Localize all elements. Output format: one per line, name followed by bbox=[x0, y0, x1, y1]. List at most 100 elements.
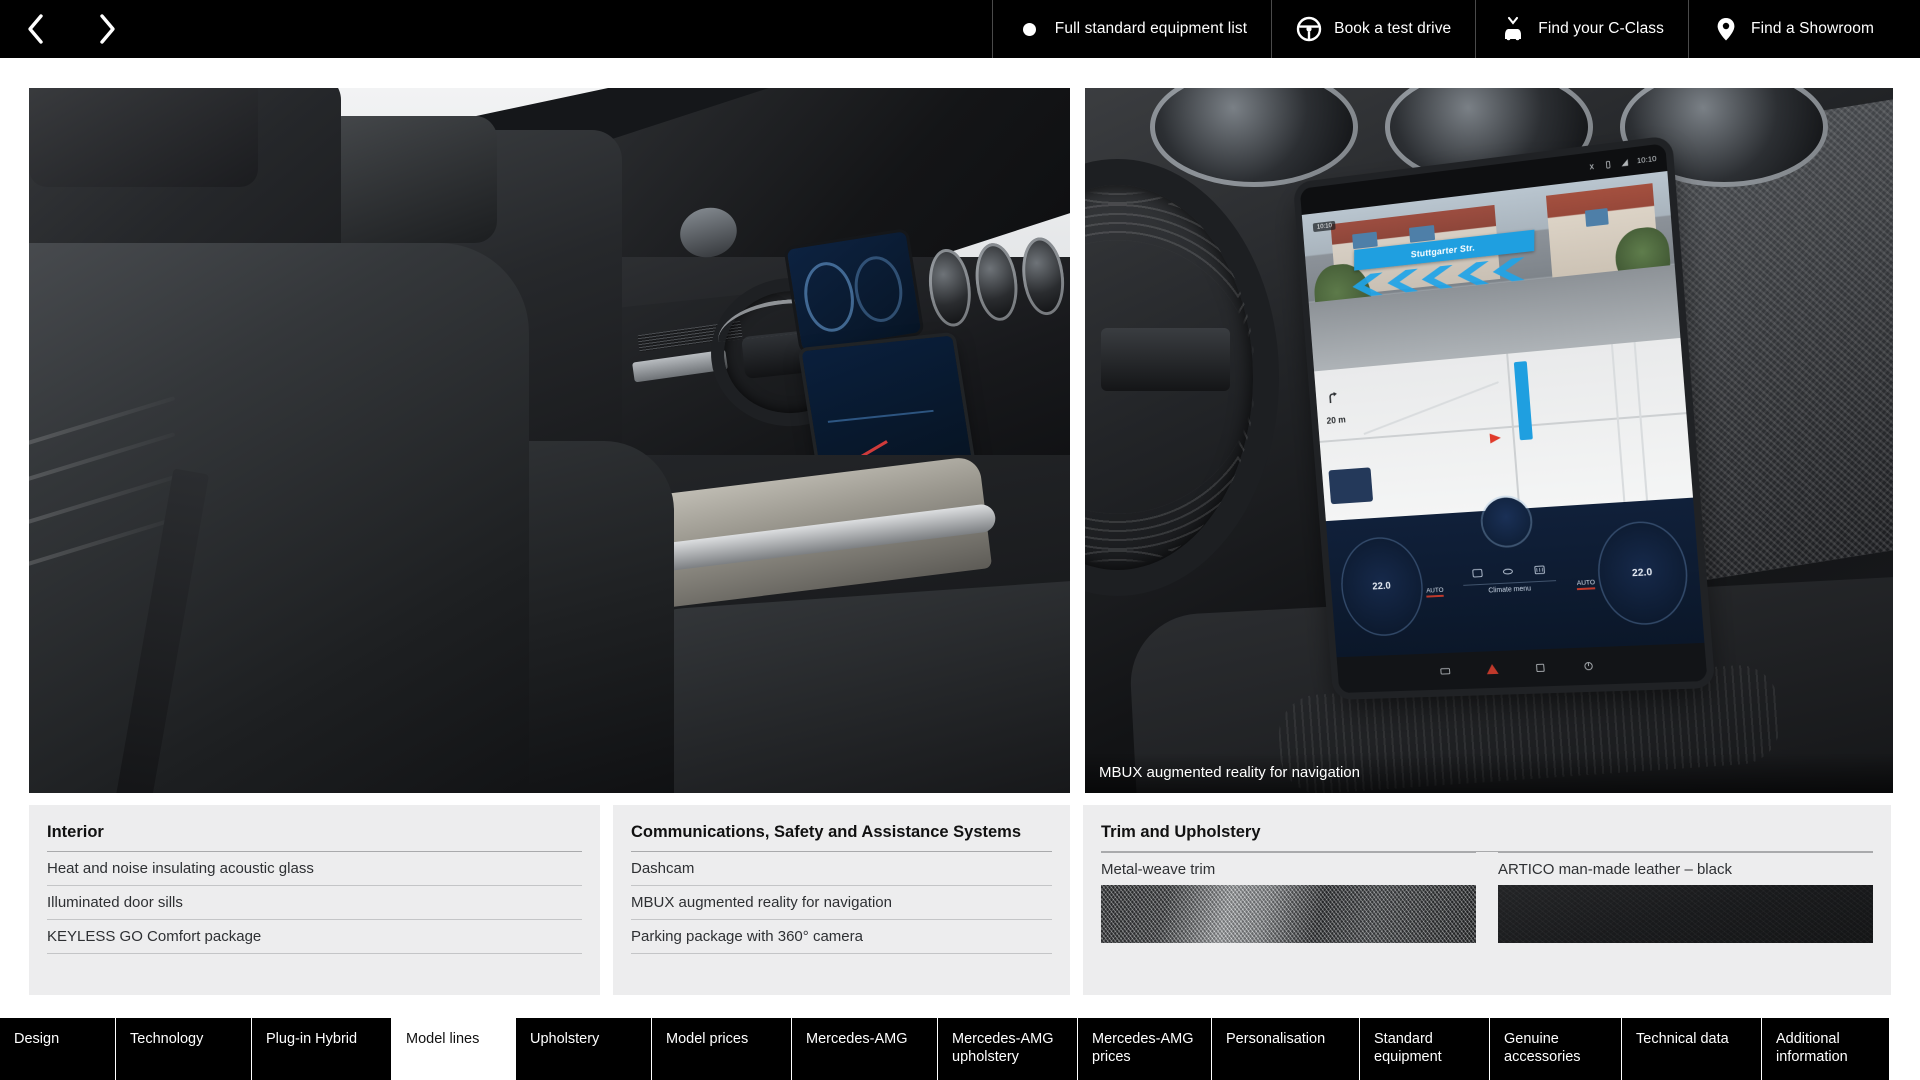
tab-label: Design bbox=[14, 1031, 60, 1047]
tab-label: Genuine accessories bbox=[1504, 1031, 1581, 1066]
auto-left-label[interactable]: AUTO bbox=[1426, 586, 1445, 597]
swatch-group: Metal-weave trim ARTICO man-made leather… bbox=[1101, 852, 1873, 943]
mbux-photo-right[interactable]: 10:10 10:10 Stuttgarter Str. 20 m 22.0 2… bbox=[1085, 88, 1893, 793]
air-vent-group bbox=[925, 235, 1070, 329]
climate-control-bar[interactable]: 22.0 22.0 AUTO Climate menu AUTO bbox=[1326, 495, 1705, 657]
chevron-right-icon bbox=[100, 14, 115, 44]
passenger-temperature-control[interactable]: 22.0 bbox=[1594, 518, 1692, 627]
climate-menu-row[interactable]: AUTO Climate menu AUTO bbox=[1426, 578, 1596, 597]
tab-mercedes-amg[interactable]: Mercedes-AMG bbox=[792, 1018, 938, 1080]
distance-to-turn: 20 m bbox=[1326, 413, 1347, 426]
rear-defrost-icon[interactable] bbox=[1534, 564, 1546, 575]
tab-label: Mercedes-AMG upholstery bbox=[952, 1031, 1054, 1066]
find-a-showroom-label: Find a Showroom bbox=[1751, 20, 1874, 37]
tab-design[interactable]: Design bbox=[0, 1018, 116, 1080]
tab-additional-information[interactable]: Additional information bbox=[1762, 1018, 1890, 1080]
steering-wheel-spoke bbox=[1101, 327, 1231, 392]
tab-genuine-accessories[interactable]: Genuine accessories bbox=[1490, 1018, 1622, 1080]
tab-model-lines[interactable]: Model lines bbox=[392, 1018, 516, 1080]
air-vent bbox=[971, 240, 1023, 323]
previous-page-button[interactable] bbox=[18, 9, 52, 49]
panel-communications-safety-assistance: Communications, Safety and Assistance Sy… bbox=[613, 805, 1070, 995]
driver-temperature-value: 22.0 bbox=[1372, 580, 1392, 593]
image-caption: MBUX augmented reality for navigation bbox=[1085, 754, 1893, 793]
swatch-artico-black-leather[interactable]: ARTICO man-made leather – black bbox=[1498, 852, 1873, 943]
swatch-metal-weave-trim[interactable]: Metal-weave trim bbox=[1101, 852, 1476, 943]
tab-label: Additional information bbox=[1776, 1031, 1848, 1066]
front-passenger-seat-cushion bbox=[604, 578, 1070, 793]
top-bar: Full standard equipment list Book a test… bbox=[0, 0, 1920, 58]
tab-label: Upholstery bbox=[530, 1031, 600, 1047]
tab-technical-data[interactable]: Technical data bbox=[1622, 1018, 1762, 1080]
next-page-button[interactable] bbox=[90, 9, 124, 49]
tab-label: Plug-in Hybrid bbox=[266, 1031, 358, 1047]
tab-label: Standard equipment bbox=[1374, 1031, 1442, 1066]
rear-seat-surface bbox=[29, 243, 529, 793]
list-item: Dashcam bbox=[631, 852, 1052, 886]
tab-personalisation[interactable]: Personalisation bbox=[1212, 1018, 1360, 1080]
tab-label: Mercedes-AMG prices bbox=[1092, 1031, 1194, 1066]
tab-model-prices[interactable]: Model prices bbox=[652, 1018, 792, 1080]
instrument-cluster-display bbox=[786, 230, 922, 351]
tab-mercedes-amg-upholstery[interactable]: Mercedes-AMG upholstery bbox=[938, 1018, 1078, 1080]
tab-upholstery[interactable]: Upholstery bbox=[516, 1018, 652, 1080]
top-bar-spacer bbox=[124, 0, 992, 58]
interior-photo-left[interactable] bbox=[29, 88, 1070, 793]
ar-chevron bbox=[1422, 264, 1453, 290]
brochure-page: Full standard equipment list Book a test… bbox=[0, 0, 1920, 1080]
ar-chevron bbox=[1493, 257, 1525, 283]
panel-title: Communications, Safety and Assistance Sy… bbox=[631, 823, 1052, 852]
tab-label: Personalisation bbox=[1226, 1031, 1326, 1047]
window-defog-icon[interactable] bbox=[1535, 663, 1547, 672]
feature-list: Heat and noise insulating acoustic glass… bbox=[47, 852, 582, 954]
rear-seat-headrest bbox=[29, 88, 259, 187]
panel-title: Interior bbox=[47, 823, 582, 852]
ar-chevron bbox=[1387, 268, 1418, 294]
tab-technology[interactable]: Technology bbox=[116, 1018, 252, 1080]
passenger-temperature-value: 22.0 bbox=[1631, 566, 1653, 580]
hazard-warning-icon[interactable] bbox=[1486, 663, 1499, 675]
full-standard-equipment-list-button[interactable]: Full standard equipment list bbox=[991, 0, 1271, 58]
ar-chevron bbox=[1458, 261, 1490, 287]
find-a-showroom-button[interactable]: Find a Showroom bbox=[1688, 0, 1920, 58]
climate-centre-controls: AUTO Climate menu AUTO bbox=[1421, 516, 1599, 643]
auto-right-label[interactable]: AUTO bbox=[1576, 578, 1596, 590]
climate-menu-label[interactable]: Climate menu bbox=[1463, 579, 1557, 596]
turn-arrow-icon bbox=[1326, 390, 1340, 405]
swatch-image bbox=[1498, 885, 1873, 943]
air-vent bbox=[925, 246, 976, 329]
section-tab-bar: Design Technology Plug-in Hybrid Model line… bbox=[0, 1018, 1920, 1080]
airflow-icon[interactable] bbox=[1503, 566, 1515, 577]
feature-list: Dashcam MBUX augmented reality for navig… bbox=[631, 852, 1052, 954]
steering-wheel-icon bbox=[1296, 16, 1322, 42]
mbux-central-display[interactable]: 10:10 10:10 Stuttgarter Str. 20 m 22.0 2… bbox=[1299, 142, 1708, 693]
top-bar-actions: Full standard equipment list Book a test… bbox=[991, 0, 1920, 58]
navigation-map-view[interactable]: 20 m bbox=[1314, 337, 1694, 522]
tab-mercedes-amg-prices[interactable]: Mercedes-AMG prices bbox=[1078, 1018, 1212, 1080]
seat-heating-icon[interactable] bbox=[1472, 568, 1484, 578]
window bbox=[1408, 224, 1435, 242]
list-item: Heat and noise insulating acoustic glass bbox=[47, 852, 582, 886]
full-standard-equipment-list-label: Full standard equipment list bbox=[1054, 20, 1248, 37]
find-your-c-class-button[interactable]: Find your C-Class bbox=[1475, 0, 1688, 58]
driver-temperature-control[interactable]: 22.0 bbox=[1337, 534, 1427, 638]
panel-trim-and-upholstery: Trim and Upholstery Metal-weave trim ART… bbox=[1083, 805, 1891, 995]
swatch-image bbox=[1101, 885, 1476, 943]
find-your-c-class-label: Find your C-Class bbox=[1538, 20, 1665, 37]
swatch-label: ARTICO man-made leather – black bbox=[1498, 852, 1873, 885]
tab-standard-equipment[interactable]: Standard equipment bbox=[1360, 1018, 1490, 1080]
air-vent bbox=[1149, 88, 1358, 187]
mbux-clock: 10:10 bbox=[1636, 153, 1658, 165]
parking-camera-icon[interactable] bbox=[1439, 666, 1450, 675]
route-line bbox=[1514, 360, 1533, 441]
panel-interior: Interior Heat and noise insulating acous… bbox=[29, 805, 600, 995]
list-item: Illuminated door sills bbox=[47, 886, 582, 920]
list-item: KEYLESS GO Comfort package bbox=[47, 920, 582, 954]
list-item: MBUX augmented reality for navigation bbox=[631, 886, 1052, 920]
front-seat-headrest bbox=[320, 116, 498, 244]
tab-plug-in-hybrid[interactable]: Plug-in Hybrid bbox=[252, 1018, 392, 1080]
phone-icon bbox=[1604, 159, 1613, 168]
window bbox=[1352, 231, 1379, 249]
book-a-test-drive-button[interactable]: Book a test drive bbox=[1271, 0, 1475, 58]
power-icon[interactable] bbox=[1583, 661, 1595, 670]
